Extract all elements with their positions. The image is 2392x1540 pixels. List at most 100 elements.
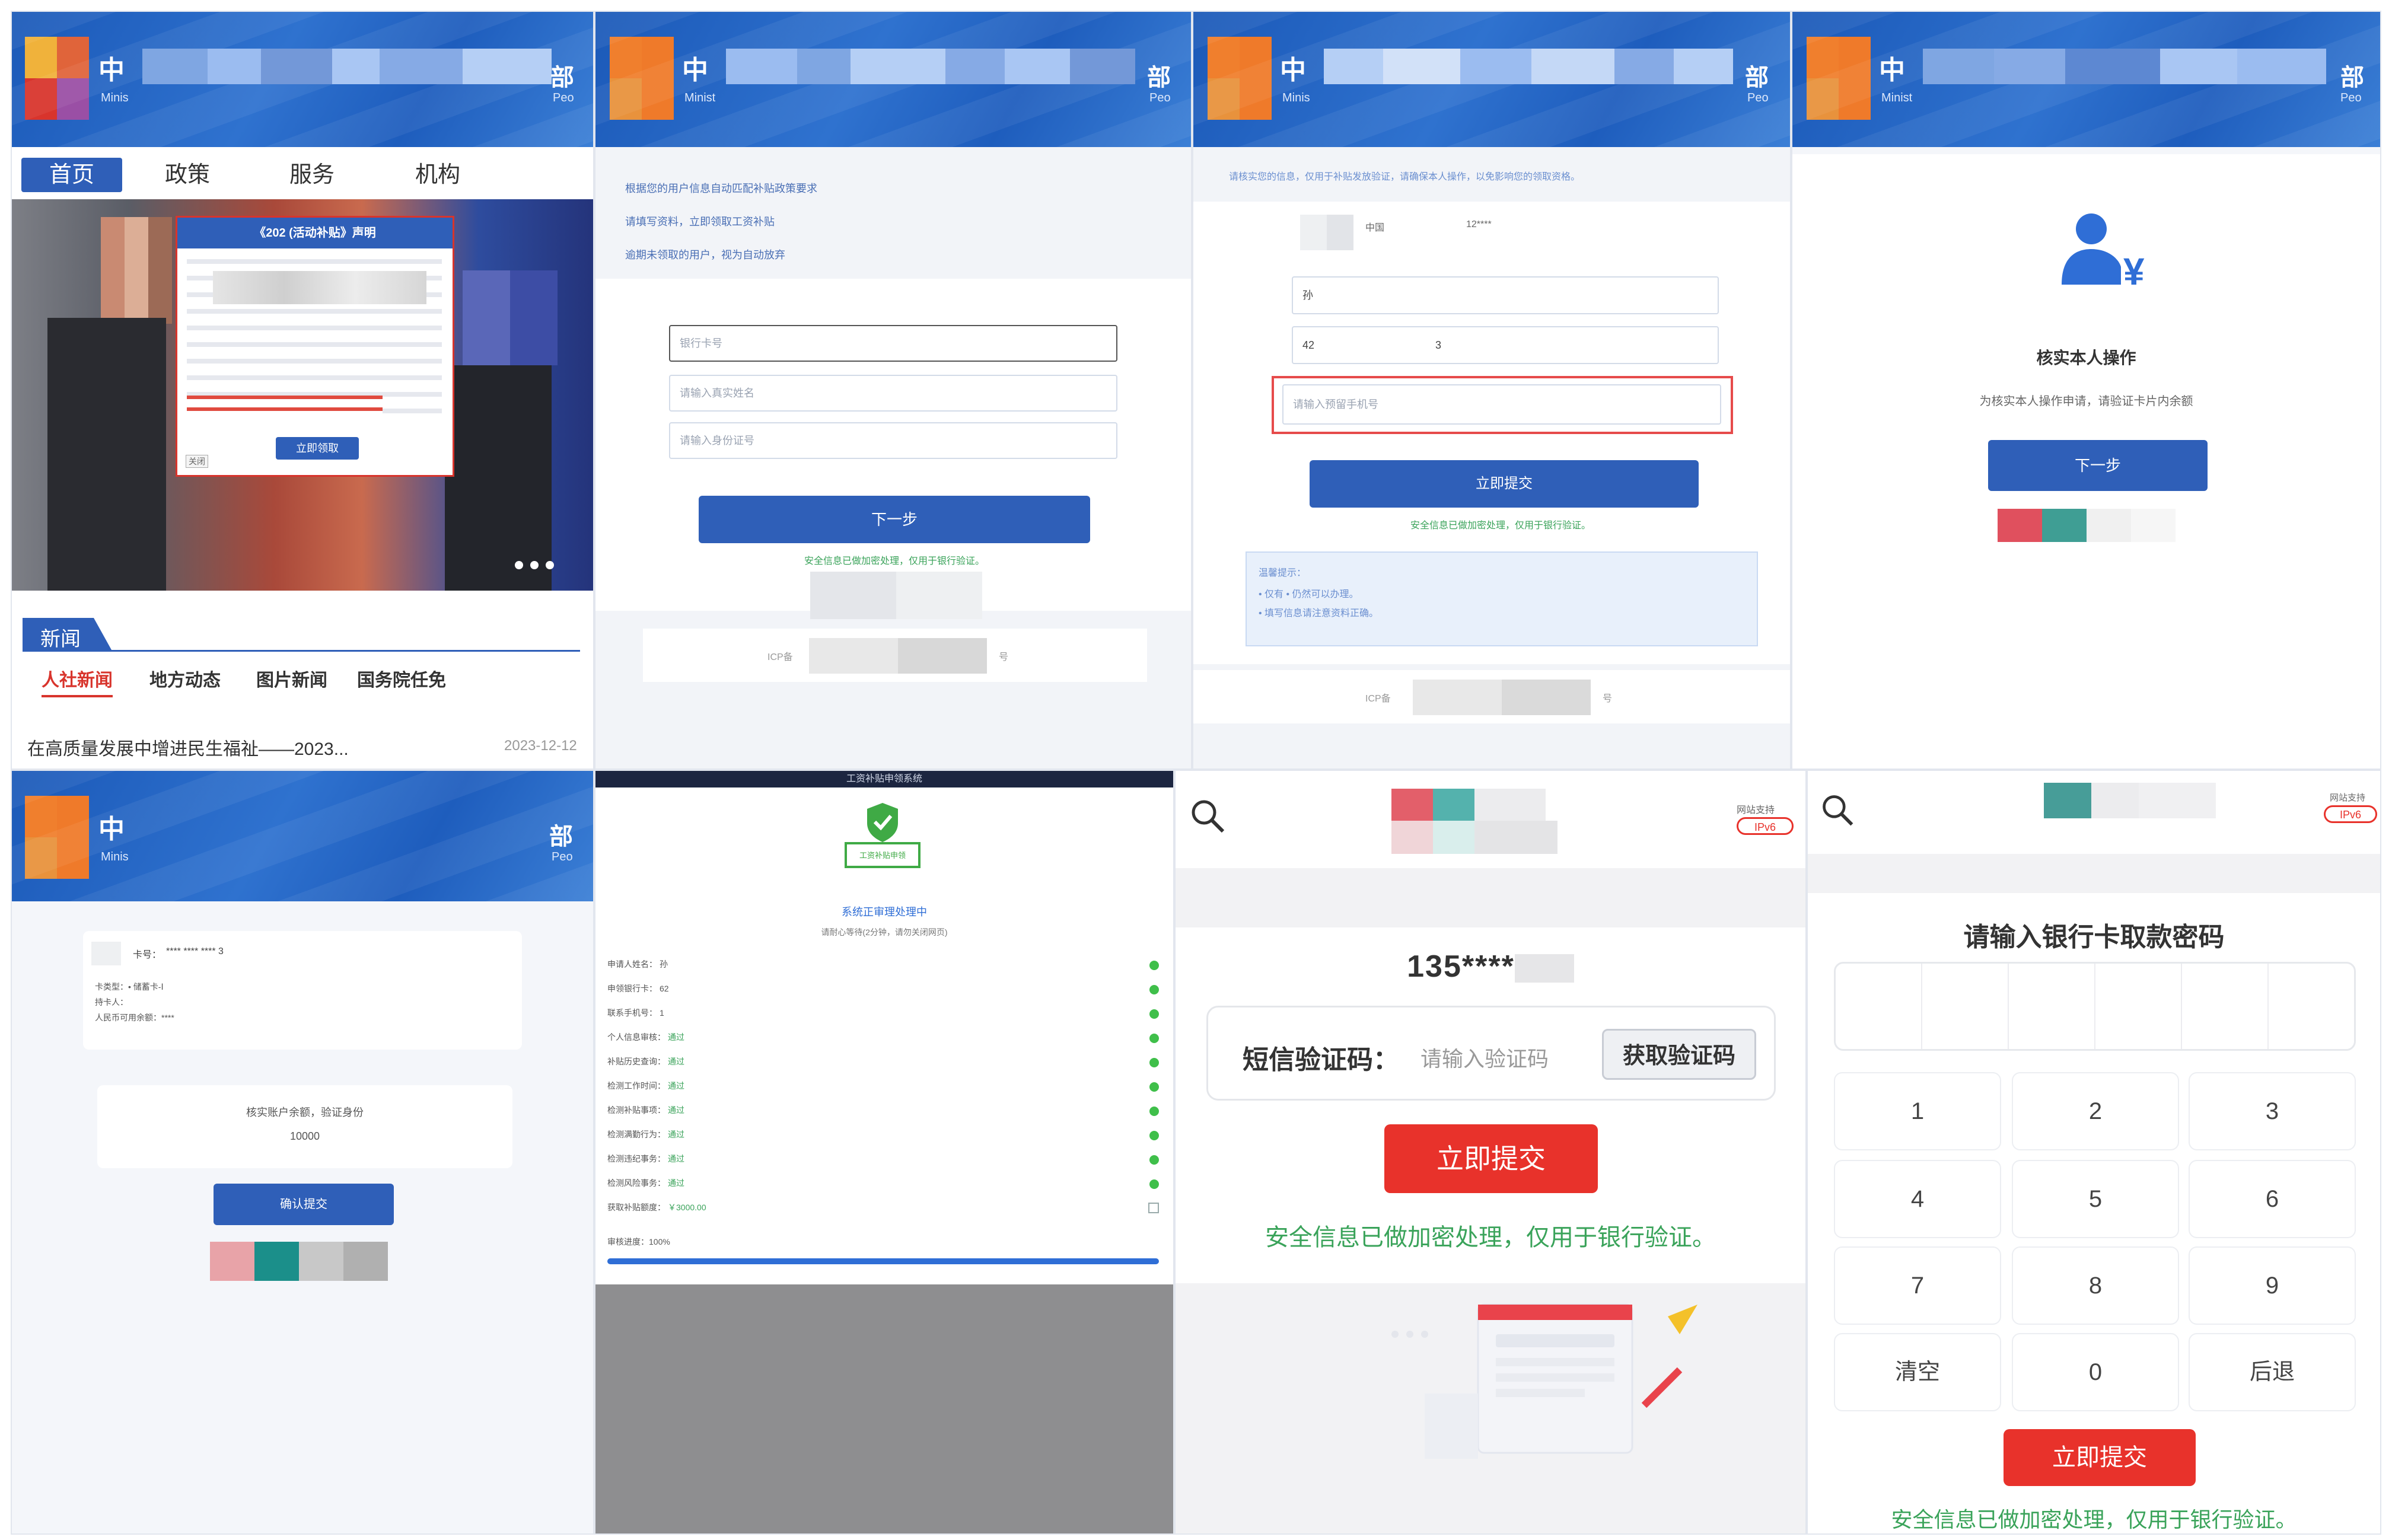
notice-popup: 《202 (活动补贴》声明 立即领取 关闭 bbox=[176, 216, 454, 477]
redacted-logo bbox=[1998, 509, 2176, 542]
card-number-label: 卡号： bbox=[133, 950, 162, 960]
progress-track bbox=[607, 1258, 1159, 1264]
review-row-label: 检测工作时间： bbox=[607, 1081, 665, 1091]
review-row: 补贴历史查询： 通过 bbox=[607, 1056, 1159, 1080]
site-emblem-icon bbox=[610, 37, 674, 120]
confirm-submit-button[interactable]: 确认提交 bbox=[214, 1184, 394, 1225]
submit-button[interactable]: 立即提交 bbox=[2004, 1429, 2196, 1486]
site-header: 中 Minis 部 Peo bbox=[12, 771, 593, 901]
bank-card-input[interactable]: 银行卡号 bbox=[669, 325, 1117, 362]
ipv6-support-label: 网站支持 bbox=[2330, 793, 2366, 803]
review-row: 检测满勤行为： 通过 bbox=[607, 1128, 1159, 1153]
nav-item-policy[interactable]: 政策 bbox=[165, 158, 210, 192]
carousel-dot[interactable] bbox=[546, 561, 554, 569]
footer-icp-right: 号 bbox=[999, 652, 1009, 662]
reminder-line: • 仅有 • 仍然可以办理。 bbox=[1259, 589, 1359, 600]
reminder-box: 温馨提示： • 仅有 • 仍然可以办理。 • 填写信息请注意资料正确。 bbox=[1246, 551, 1758, 646]
keypad-key-8[interactable]: 8 bbox=[2012, 1246, 2179, 1325]
keypad-key-6[interactable]: 6 bbox=[2189, 1160, 2356, 1238]
search-icon[interactable] bbox=[1189, 797, 1227, 835]
panel-bank-pin: 网站支持 IPv6 请输入银行卡取款密码 1 2 3 4 5 6 7 8 9 清… bbox=[1807, 770, 2381, 1535]
submit-button[interactable]: 立即提交 bbox=[1384, 1124, 1598, 1193]
site-header: 中 Minist 部 Peo bbox=[595, 12, 1191, 147]
notice-claim-button[interactable]: 立即领取 bbox=[276, 437, 359, 460]
pin-input-boxes[interactable] bbox=[1834, 962, 2356, 1051]
news-tab-regional[interactable]: 地方动态 bbox=[149, 665, 221, 691]
id-field[interactable]: 42 3 bbox=[1292, 326, 1719, 364]
real-name-input[interactable]: 请输入真实姓名 bbox=[669, 375, 1117, 412]
next-step-button[interactable]: 下一步 bbox=[1988, 440, 2208, 491]
name-field[interactable]: 孙 bbox=[1292, 276, 1719, 314]
review-row-value: 通过 bbox=[668, 1154, 684, 1163]
site-header: 中 Minis 部 Peo bbox=[12, 12, 593, 147]
news-item-title[interactable]: 在高质量发展中增进民生福祉——2023... bbox=[27, 734, 349, 760]
news-tab-photos[interactable]: 图片新闻 bbox=[256, 665, 327, 691]
pin-digit-box bbox=[1836, 964, 1922, 1049]
keypad-clear-key[interactable]: 清空 bbox=[1834, 1333, 2001, 1411]
carousel-dot[interactable] bbox=[515, 561, 523, 569]
redacted-bank-logo bbox=[91, 942, 121, 965]
news-section-label: 新闻 bbox=[23, 618, 112, 650]
review-row-value: 通过 bbox=[668, 1130, 684, 1139]
panel-home: 中 Minis 部 Peo 首页 政策 服务 机构 《202 (活动补贴》声明 … bbox=[11, 11, 594, 770]
card-info: 卡号： **** **** **** 3 卡类型：• 储蓄卡-Ⅰ 持卡人： 人民… bbox=[83, 931, 522, 1050]
site-emblem-icon bbox=[1807, 37, 1871, 120]
id-number-input[interactable]: 请输入身份证号 bbox=[669, 422, 1117, 459]
keypad-key-2[interactable]: 2 bbox=[2012, 1072, 2179, 1150]
site-subtitle: Minist bbox=[1881, 91, 1913, 104]
system-topbar: 工资补贴申领系统 bbox=[595, 771, 1173, 787]
submit-button[interactable]: 立即提交 bbox=[1310, 460, 1699, 508]
svg-text:¥: ¥ bbox=[2123, 250, 2145, 291]
review-row-label: 获取补贴额度： bbox=[607, 1203, 665, 1212]
notice-close-button[interactable]: 关闭 bbox=[186, 455, 208, 468]
ipv6-support-label: 网站支持 bbox=[1737, 805, 1775, 815]
keypad-key-0[interactable]: 0 bbox=[2012, 1333, 2179, 1411]
news-tab-appointments[interactable]: 国务院任免 bbox=[357, 665, 446, 691]
redacted-title bbox=[1324, 49, 1733, 84]
redacted-face bbox=[101, 217, 172, 324]
nav-item-org[interactable]: 机构 bbox=[415, 158, 460, 192]
review-row-value: 通过 bbox=[668, 1105, 684, 1115]
get-code-button[interactable]: 获取验证码 bbox=[1602, 1029, 1756, 1080]
review-status: 系统正审理处理中 bbox=[842, 906, 927, 918]
phone-input[interactable]: 请输入预留手机号 bbox=[1282, 384, 1721, 425]
news-tab-local-news[interactable]: 人社新闻 bbox=[42, 665, 113, 697]
site-header: 中 Minis 部 Peo bbox=[1193, 12, 1790, 147]
search-icon[interactable] bbox=[1820, 792, 1855, 828]
review-row-label: 检测满勤行为： bbox=[607, 1130, 665, 1139]
carousel-dot[interactable] bbox=[530, 561, 539, 569]
review-row-label: 检测违纪事务： bbox=[607, 1154, 665, 1163]
keypad-key-1[interactable]: 1 bbox=[1834, 1072, 2001, 1150]
keypad-key-9[interactable]: 9 bbox=[2189, 1246, 2356, 1325]
keypad-backspace-key[interactable]: 后退 bbox=[2189, 1333, 2356, 1411]
policy-note: 请填写资料，立即领取工资补贴 bbox=[625, 216, 775, 228]
user-yuan-icon: ¥ bbox=[2062, 213, 2145, 291]
sms-code-input[interactable]: 请输入验证码 bbox=[1420, 1042, 1549, 1073]
policy-notes: 根据您的用户信息自动匹配补贴政策要求 请填写资料，立即领取工资补贴 逾期未领取的… bbox=[625, 172, 817, 272]
site-subtitle-right: Peo bbox=[2340, 91, 2362, 104]
panel-balance: 中 Minis 部 Peo 卡号： **** **** **** 3 卡类型：•… bbox=[11, 770, 594, 1535]
next-step-button[interactable]: 下一步 bbox=[699, 496, 1090, 543]
site-title-right: 部 bbox=[1147, 65, 1171, 91]
site-title-right: 部 bbox=[2340, 65, 2364, 91]
panel-review-progress: 工资补贴申领系统 工资补贴申领 系统正审理处理中 请耐心等待(2分钟，请勿关闭网… bbox=[594, 770, 1174, 1535]
site-emblem-icon bbox=[25, 796, 89, 879]
review-row-label: 联系手机号： bbox=[607, 1008, 657, 1018]
review-row-value: 1 bbox=[660, 1008, 664, 1018]
nav-item-service[interactable]: 服务 bbox=[289, 158, 335, 192]
review-row-value: ￥3000.00 bbox=[668, 1203, 706, 1212]
check-box-icon bbox=[1148, 1203, 1159, 1213]
review-row-label: 检测风险事务： bbox=[607, 1178, 665, 1188]
card-detail: 卡类型：• 储蓄卡-Ⅰ bbox=[95, 982, 164, 991]
card-number-value: **** **** **** 3 bbox=[166, 946, 224, 956]
keypad-key-5[interactable]: 5 bbox=[2012, 1160, 2179, 1238]
status-dot bbox=[1149, 1009, 1159, 1019]
keypad-key-4[interactable]: 4 bbox=[1834, 1160, 2001, 1238]
nav-item-home[interactable]: 首页 bbox=[21, 158, 122, 192]
keypad-key-7[interactable]: 7 bbox=[1834, 1246, 2001, 1325]
keypad-key-3[interactable]: 3 bbox=[2189, 1072, 2356, 1150]
site-title: 中 bbox=[98, 815, 125, 844]
balance-input[interactable]: 10000 bbox=[97, 1130, 512, 1143]
wait-note: 请耐心等待(2分钟，请勿关闭网页) bbox=[821, 927, 948, 937]
status-dot bbox=[1149, 1179, 1159, 1189]
